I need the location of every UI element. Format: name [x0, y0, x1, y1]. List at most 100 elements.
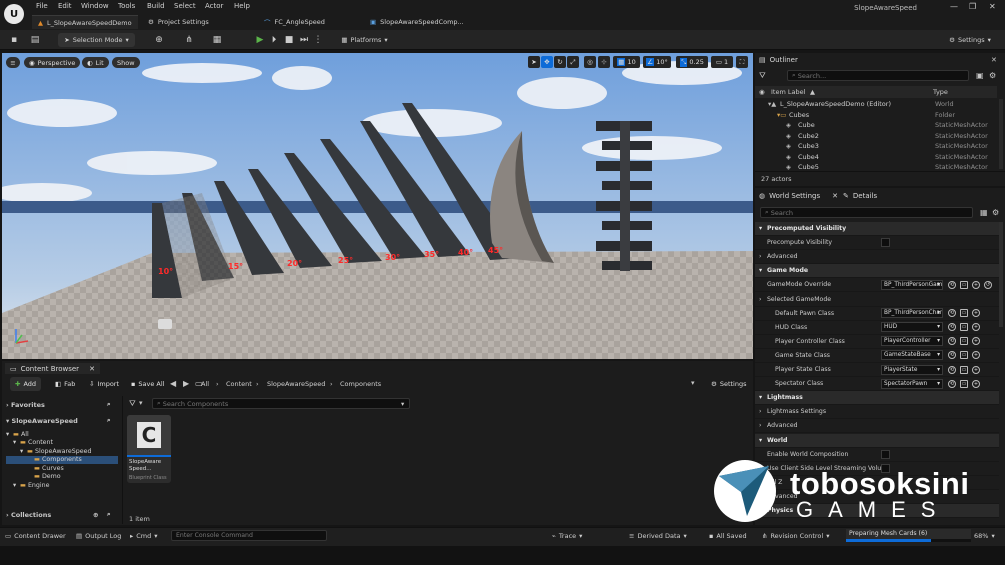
derived-data-dropdown[interactable]: ≡ Derived Data ▾ — [629, 532, 687, 540]
property-class-dropdown[interactable]: BP_ThirdPersonCharacter▾ — [881, 308, 943, 319]
menu-edit[interactable]: Edit — [58, 2, 72, 10]
add-icon[interactable]: + — [972, 337, 980, 346]
rotation-snap-toggle[interactable]: ∠ 10° — [643, 56, 671, 68]
progress-percent[interactable]: 68% ▾ — [974, 532, 995, 540]
fab-button[interactable]: ◧ Fab — [50, 377, 80, 391]
filter-icon[interactable]: ⛛ — [759, 71, 766, 81]
unreal-logo[interactable]: U — [4, 4, 24, 24]
maximize-viewport-icon[interactable]: ⛶ — [736, 56, 748, 68]
more-options-icon[interactable]: ⋮ — [313, 35, 323, 45]
level-viewport[interactable]: 10° 15° 20° 25° 30° 35° 40° 45° ≡ ◉ Pers… — [2, 53, 753, 359]
folder-tree-item[interactable]: ▾ ▬ All — [6, 430, 118, 439]
property-class-dropdown[interactable]: BP_ThirdPersonGameMode▾ — [881, 279, 943, 290]
details-property-row[interactable]: HUD Class HUD ▾ ⟲ ▭ + — [755, 321, 999, 335]
asset-search-input[interactable]: ⌕ Search Components ▾ — [152, 398, 410, 409]
browse-icon[interactable]: ⟲ — [948, 323, 956, 332]
doc-tab-project-settings[interactable]: ⚙ Project Settings — [142, 15, 242, 29]
browse-icon[interactable]: ⟲ — [948, 351, 956, 360]
menu-help[interactable]: Help — [234, 2, 250, 10]
folder-icon[interactable]: ▭ — [960, 309, 968, 318]
add-icon[interactable]: + — [972, 323, 980, 332]
folder-tree-item[interactable]: ▬ Demo — [6, 473, 118, 482]
save-all-button[interactable]: ▪ Save All — [126, 377, 170, 391]
play-icon[interactable]: ▶ — [255, 35, 265, 45]
folder-tree-item[interactable]: ▬ Components — [6, 455, 118, 464]
output-log-button[interactable]: ▤ Output Log — [76, 532, 121, 540]
close-icon[interactable]: ✕ — [89, 365, 95, 373]
property-class-dropdown[interactable]: PlayerController ▾ — [881, 336, 943, 347]
rotate-tool-icon[interactable]: ↻ — [554, 56, 566, 68]
details-scrollbar[interactable] — [999, 222, 1003, 327]
menu-build[interactable]: Build — [147, 2, 165, 10]
details-category[interactable]: ▾ Lightmass — [755, 391, 999, 406]
select-tool-icon[interactable]: ➤ — [528, 56, 540, 68]
add-collection-icon[interactable]: ⊕ — [93, 511, 98, 519]
add-actor-icon[interactable]: ⊕ — [154, 35, 164, 45]
grid-snap-toggle[interactable]: ▦ 10 — [613, 56, 640, 68]
details-category[interactable]: ▾ Game Mode — [755, 264, 999, 279]
menu-select[interactable]: Select — [174, 2, 196, 10]
add-icon[interactable]: + — [972, 280, 980, 289]
world-space-icon[interactable]: ◎ — [584, 56, 596, 68]
doc-tab-fc-anglespeed[interactable]: ⌒ FC_AngleSpeed — [258, 15, 358, 29]
folder-tree-item[interactable]: ▾ ▬ SlopeAwareSpeed — [6, 447, 118, 456]
folder-icon[interactable]: ▭ — [960, 351, 968, 360]
property-checkbox[interactable] — [881, 449, 890, 459]
add-icon[interactable]: + — [972, 351, 980, 360]
save-icon[interactable]: ▪ — [9, 35, 19, 45]
menu-file[interactable]: File — [36, 2, 48, 10]
world-settings-tab[interactable]: ◍ World Settings ✕ — [759, 192, 838, 200]
doc-tab-level[interactable]: ▲ L_SlopeAwareSpeedDemo — [32, 15, 138, 29]
browse-icon[interactable]: ⟲ — [948, 379, 956, 388]
stop-icon[interactable]: ■ — [284, 35, 294, 45]
outliner-row[interactable]: ▾▲ L_SlopeAwareSpeedDemo (Editor) World — [755, 99, 997, 110]
details-property-row[interactable]: Enable World Composition — [755, 448, 999, 462]
maximize-icon[interactable]: ❐ — [969, 2, 976, 11]
browse-icon[interactable]: ⟲ — [948, 280, 956, 289]
breadcrumb-all[interactable]: All — [201, 380, 209, 388]
details-tab[interactable]: ✎ Details — [843, 192, 877, 200]
cinematics-icon[interactable]: ▦ — [212, 35, 222, 45]
details-property-row[interactable]: Spectator Class SpectatorPawn ▾ ⟲ ▭ + — [755, 377, 999, 392]
add-icon[interactable]: + — [972, 379, 980, 388]
add-icon[interactable]: + — [972, 309, 980, 318]
folder-icon[interactable]: ▭ — [960, 365, 968, 374]
trace-dropdown[interactable]: ⌁ Trace ▾ — [552, 532, 582, 540]
property-class-dropdown[interactable]: PlayerState ▾ — [881, 364, 943, 375]
blueprint-menu-icon[interactable]: ⋔ — [184, 35, 194, 45]
outliner-row[interactable]: ◈ Cube StaticMeshActor — [755, 120, 997, 131]
details-property-row[interactable]: › Advanced — [755, 250, 999, 265]
favorites-section[interactable]: › Favorites ⌕ — [6, 399, 119, 410]
outliner-row[interactable]: ◈ Cube3 StaticMeshActor — [755, 141, 997, 152]
outliner-row[interactable]: ◈ Cube4 StaticMeshActor — [755, 152, 997, 163]
details-category[interactable]: ▾ Precomputed Visibility — [755, 222, 999, 236]
browse-icon[interactable]: ⟲ — [948, 337, 956, 346]
cmd-dropdown[interactable]: ▸ Cmd ▾ — [130, 532, 158, 540]
folder-tree-item[interactable]: ▬ Curves — [6, 464, 118, 473]
content-settings-button[interactable]: ⚙ Settings — [706, 377, 752, 391]
close-icon[interactable]: ✕ — [832, 192, 838, 200]
outliner-row[interactable]: ▾▭ Cubes Folder — [755, 110, 997, 121]
project-section[interactable]: ▾ SlopeAwareSpeed ⌕ — [6, 415, 119, 426]
browse-icon[interactable]: ⟲ — [948, 365, 956, 374]
perspective-button[interactable]: ◉ Perspective — [24, 57, 81, 68]
reset-icon[interactable]: ↺ — [984, 280, 992, 289]
viewport-options-button[interactable]: ≡ — [6, 57, 20, 68]
breadcrumb-slopeawarespeed[interactable]: SlopeAwareSpeed — [267, 380, 325, 388]
close-icon[interactable]: ✕ — [991, 56, 997, 64]
details-property-row[interactable]: › Lightmass Settings — [755, 405, 999, 420]
property-class-dropdown[interactable]: GameStateBase ▾ — [881, 350, 943, 361]
folder-icon[interactable]: ▭ — [960, 280, 968, 289]
property-checkbox[interactable] — [881, 238, 890, 248]
folder-tree-item[interactable]: ▾ ▬ Engine — [6, 481, 118, 490]
gear-icon[interactable]: ⚙ — [989, 71, 996, 80]
details-property-row[interactable]: GameMode Override BP_ThirdPersonGameMode▾… — [755, 278, 999, 293]
details-property-row[interactable]: › Selected GameMode — [755, 293, 999, 307]
source-control-icon[interactable]: ▤ — [30, 35, 40, 45]
details-property-row[interactable]: Default Pawn Class BP_ThirdPersonCharacte… — [755, 307, 999, 321]
outliner-row[interactable]: ◈ Cube2 StaticMeshActor — [755, 131, 997, 142]
console-input[interactable]: Enter Console Command — [171, 530, 327, 541]
camera-speed-button[interactable]: ▭ 1 — [711, 56, 733, 68]
collections-section[interactable]: › Collections ⊕ ⌕ — [6, 509, 119, 520]
scale-snap-toggle[interactable]: ⤡ 0.25 — [676, 56, 708, 68]
